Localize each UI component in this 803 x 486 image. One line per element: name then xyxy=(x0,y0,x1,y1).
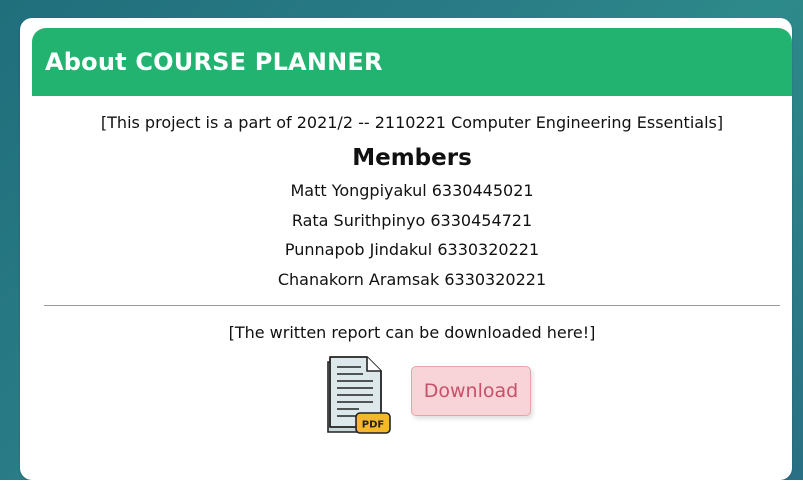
member-list: Matt Yongpiyakul 6330445021 Rata Surithp… xyxy=(32,176,792,294)
pdf-document-icon: PDF xyxy=(327,356,391,434)
page-bottom-edge xyxy=(0,480,803,486)
about-header: About COURSE PLANNER xyxy=(32,28,792,96)
member-item: Chanakorn Aramsak 6330320221 xyxy=(277,269,547,289)
section-divider xyxy=(44,305,780,306)
download-row: PDF Download xyxy=(32,355,792,437)
pdf-tag-label: PDF xyxy=(362,420,384,431)
member-item: Matt Yongpiyakul 6330445021 xyxy=(290,181,534,200)
about-content: [This project is a part of 2021/2 -- 211… xyxy=(32,96,792,437)
project-note: [This project is a part of 2021/2 -- 211… xyxy=(100,113,724,132)
member-item: Punnapob Jindakul 6330320221 xyxy=(284,240,540,259)
member-item: Rata Surithpinyo 6330454721 xyxy=(291,210,533,230)
page-title: About COURSE PLANNER xyxy=(45,48,383,76)
download-button[interactable]: Download xyxy=(411,366,531,416)
members-heading: Members xyxy=(352,145,472,171)
report-note: [The written report can be downloaded he… xyxy=(228,323,596,342)
about-card: About COURSE PLANNER [This project is a … xyxy=(20,18,792,480)
